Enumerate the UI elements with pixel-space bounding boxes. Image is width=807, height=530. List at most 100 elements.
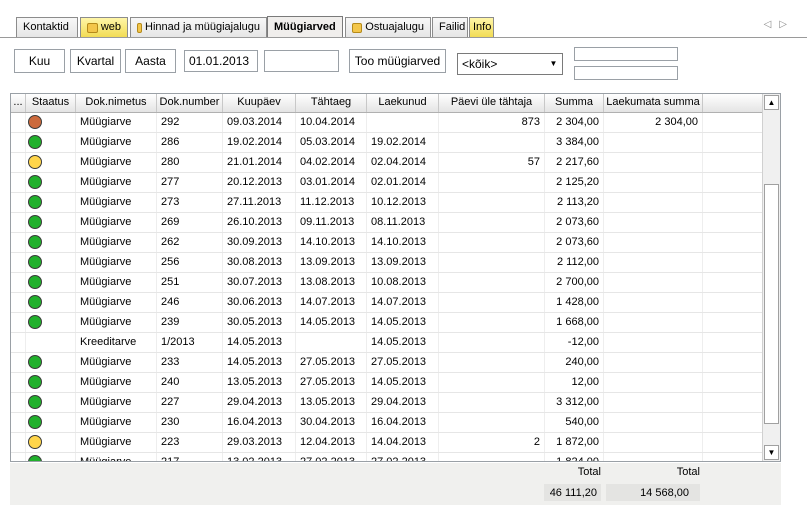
cell-staatus [26, 113, 76, 132]
table-row[interactable]: Müügiarve 217 13.02.2013 27.02.2013 27.02.20… [11, 453, 765, 461]
dropdown-arrow-icon[interactable]: ▼ [545, 54, 562, 74]
tab-web[interactable]: web [80, 17, 128, 37]
row-selector[interactable] [11, 133, 26, 152]
cell-laekumata-summa [604, 393, 703, 412]
table-row[interactable]: Müügiarve 246 30.06.2013 14.07.2013 14.07.20… [11, 293, 765, 313]
cell-dok-number: 217 [157, 453, 223, 461]
cell-summa: 2 112,00 [545, 253, 604, 272]
date-to-input[interactable] [264, 50, 339, 72]
table-row[interactable]: Müügiarve 251 30.07.2013 13.08.2013 10.08.20… [11, 273, 765, 293]
column-header-kuupaev[interactable]: Kuupäev [223, 94, 296, 112]
column-header-dok-number[interactable]: Dok.number [157, 94, 223, 112]
table-row[interactable]: Müügiarve 269 26.10.2013 09.11.2013 08.11.20… [11, 213, 765, 233]
row-selector[interactable] [11, 173, 26, 192]
row-selector[interactable] [11, 233, 26, 252]
cell-dok-nimetus: Kreeditarve [76, 333, 157, 352]
year-button[interactable]: Aasta [125, 49, 176, 73]
folder-icon [87, 22, 98, 33]
cell-paevi-ule-tahtaja [439, 133, 545, 152]
cell-paevi-ule-tahtaja [439, 333, 545, 352]
cell-laekumata-summa [604, 313, 703, 332]
column-header-staatus[interactable]: Staatus [26, 94, 76, 112]
status-indicator-icon [28, 275, 42, 289]
column-header-summa[interactable]: Summa [545, 94, 604, 112]
tab-label: web [100, 21, 121, 33]
scroll-up-icon[interactable]: ▲ [764, 95, 779, 110]
cell-summa: 240,00 [545, 353, 604, 372]
scrollbar-thumb[interactable] [764, 184, 779, 424]
scroll-down-icon[interactable]: ▼ [764, 445, 779, 460]
table-row[interactable]: Müügiarve 256 30.08.2013 13.09.2013 13.09.20… [11, 253, 765, 273]
row-selector[interactable] [11, 453, 26, 461]
column-header-paevi-ule-tahtaja[interactable]: Päevi üle tähtaja [439, 94, 545, 112]
column-header-tahtaeg[interactable]: Tähtaeg [296, 94, 367, 112]
cell-tahtaeg [296, 333, 367, 352]
table-row[interactable]: Müügiarve 286 19.02.2014 05.03.2014 19.02.20… [11, 133, 765, 153]
tab-kontaktid[interactable]: Kontaktid [16, 17, 78, 37]
table-row[interactable]: Müügiarve 262 30.09.2013 14.10.2013 14.10.20… [11, 233, 765, 253]
cell-dok-nimetus: Müügiarve [76, 253, 157, 272]
row-selector[interactable] [11, 373, 26, 392]
tab-hinnad-ja-muugiajalugu[interactable]: Hinnad ja müügiajalugu [130, 17, 267, 37]
tab-muugiarved[interactable]: Müügiarved [267, 16, 343, 37]
table-row[interactable]: Müügiarve 239 30.05.2013 14.05.2013 14.05.20… [11, 313, 765, 333]
cell-summa: 2 700,00 [545, 273, 604, 292]
cell-kuupaev: 30.08.2013 [223, 253, 296, 272]
cell-laekumata-summa [604, 193, 703, 212]
status-filter-select[interactable]: <kõik> ▼ [457, 53, 563, 75]
row-selector[interactable] [11, 113, 26, 132]
column-header-laekunud[interactable]: Laekunud [367, 94, 439, 112]
vertical-scrollbar[interactable]: ▲ ▼ [762, 94, 780, 461]
date-from-input[interactable]: 01.01.2013 [184, 50, 258, 72]
row-selector[interactable] [11, 393, 26, 412]
tab-failid[interactable]: Failid [432, 17, 468, 37]
table-row[interactable]: Müügiarve 292 09.03.2014 10.04.2014 873 2 304… [11, 113, 765, 133]
quarter-button[interactable]: Kvartal [70, 49, 121, 73]
column-header-selector[interactable]: ... [11, 94, 26, 112]
cell-summa: 1 872,00 [545, 433, 604, 452]
tab-info[interactable]: Info [469, 17, 494, 37]
cell-summa: 3 312,00 [545, 393, 604, 412]
cell-staatus [26, 353, 76, 372]
cell-paevi-ule-tahtaja [439, 173, 545, 192]
cell-laekumata-summa [604, 413, 703, 432]
row-selector[interactable] [11, 253, 26, 272]
cell-laekumata-summa [604, 333, 703, 352]
row-selector[interactable] [11, 313, 26, 332]
cell-summa: 2 113,20 [545, 193, 604, 212]
table-row[interactable]: Müügiarve 233 14.05.2013 27.05.2013 27.05.20… [11, 353, 765, 373]
row-selector[interactable] [11, 353, 26, 372]
table-row[interactable]: Müügiarve 240 13.05.2013 27.05.2013 14.05.20… [11, 373, 765, 393]
cell-laekunud: 14.05.2013 [367, 313, 439, 332]
row-selector[interactable] [11, 333, 26, 352]
cell-kuupaev: 29.04.2013 [223, 393, 296, 412]
table-row[interactable]: Müügiarve 277 20.12.2013 03.01.2014 02.01.20… [11, 173, 765, 193]
row-selector[interactable] [11, 213, 26, 232]
row-selector[interactable] [11, 153, 26, 172]
cell-dok-number: 292 [157, 113, 223, 132]
table-row[interactable]: Müügiarve 223 29.03.2013 12.04.2013 14.04.20… [11, 433, 765, 453]
cell-dok-nimetus: Müügiarve [76, 273, 157, 292]
tab-scroll-left-icon[interactable]: ◁ [764, 19, 780, 30]
row-selector[interactable] [11, 433, 26, 452]
row-selector[interactable] [11, 413, 26, 432]
cell-staatus [26, 193, 76, 212]
column-header-laekumata-summa[interactable]: Laekumata summa [604, 94, 703, 112]
tab-label: Info [473, 21, 492, 33]
month-button[interactable]: Kuu [14, 49, 65, 73]
row-selector[interactable] [11, 293, 26, 312]
table-row[interactable]: Müügiarve 280 21.01.2014 04.02.2014 02.04.20… [11, 153, 765, 173]
load-invoices-button[interactable]: Too müügiarved [349, 49, 446, 73]
column-header-dok-nimetus[interactable]: Dok.nimetus [76, 94, 157, 112]
row-selector[interactable] [11, 273, 26, 292]
table-row[interactable]: Müügiarve 273 27.11.2013 11.12.2013 10.12.20… [11, 193, 765, 213]
table-row[interactable]: Müügiarve 227 29.04.2013 13.05.2013 29.04.20… [11, 393, 765, 413]
cell-laekunud: 02.04.2014 [367, 153, 439, 172]
status-indicator-icon [28, 415, 42, 429]
table-row[interactable]: Kreeditarve 1/2013 14.05.2013 14.05.2013 -12… [11, 333, 765, 353]
tab-scroll-right-icon[interactable]: ▷ [779, 19, 795, 30]
cell-paevi-ule-tahtaja [439, 393, 545, 412]
tab-ostuajalugu[interactable]: Ostuajalugu [345, 17, 431, 37]
row-selector[interactable] [11, 193, 26, 212]
table-row[interactable]: Müügiarve 230 16.04.2013 30.04.2013 16.04.20… [11, 413, 765, 433]
